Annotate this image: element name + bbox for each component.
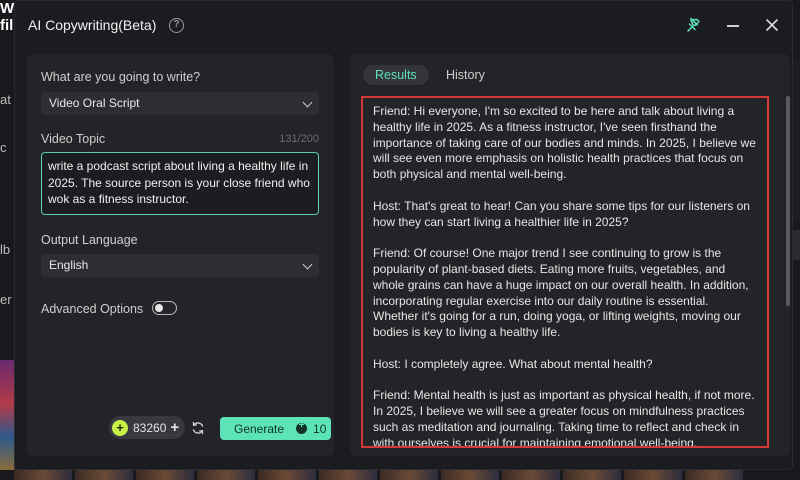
video-topic-input[interactable]: write a podcast script about living a he… — [41, 152, 319, 215]
results-scrollbar[interactable] — [786, 96, 790, 306]
results-output[interactable]: Friend: Hi everyone, I'm so excited to b… — [361, 96, 769, 448]
minimize-icon[interactable] — [727, 25, 739, 27]
credit-coin-icon: + — [112, 419, 128, 436]
output-language-label: Output Language — [41, 233, 138, 247]
chevron-down-icon — [302, 259, 313, 270]
write-type-select[interactable]: Video Oral Script — [41, 92, 319, 115]
ai-copywriting-dialog: AI Copywriting(Beta) ? What are you goin… — [14, 0, 793, 470]
refresh-icon[interactable] — [191, 421, 205, 435]
generate-label: Generate — [234, 421, 285, 436]
output-language-value: English — [49, 258, 89, 272]
output-language-select[interactable]: English — [41, 254, 319, 277]
chevron-down-icon — [302, 97, 313, 108]
credits-badge[interactable]: + 83260 + — [109, 416, 185, 439]
credits-count: 83260 — [133, 420, 167, 435]
input-panel: What are you going to write? Video Oral … — [27, 54, 334, 456]
video-topic-label: Video Topic — [41, 132, 106, 146]
tab-history[interactable]: History — [434, 65, 497, 85]
generate-button[interactable]: Generate 10 — [220, 417, 331, 440]
dialog-title: AI Copywriting(Beta) — [28, 17, 157, 33]
dialog-titlebar: AI Copywriting(Beta) ? — [15, 1, 792, 51]
help-icon[interactable]: ? — [169, 18, 184, 33]
write-type-label: What are you going to write? — [41, 70, 201, 84]
background-side-text: er — [0, 292, 12, 307]
results-panel: Results History Friend: Hi everyone, I'm… — [350, 54, 790, 456]
background-side-text: at — [0, 92, 11, 107]
background-thumbnail-strip — [0, 360, 14, 470]
generate-cost: 10 — [313, 421, 327, 436]
background-side-text: lb — [0, 242, 11, 257]
generated-script-text: Friend: Hi everyone, I'm so excited to b… — [373, 104, 756, 448]
pin-icon[interactable] — [685, 16, 703, 34]
close-icon[interactable] — [763, 16, 781, 34]
toggle-knob — [155, 303, 163, 312]
tab-results[interactable]: Results — [363, 65, 429, 85]
write-type-value: Video Oral Script — [49, 96, 140, 110]
background-side-text: c — [0, 140, 7, 155]
topic-char-counter: 131/200 — [279, 133, 319, 145]
credit-coin-icon — [296, 420, 308, 434]
add-credits-icon[interactable]: + — [170, 420, 179, 435]
advanced-options-label: Advanced Options — [41, 302, 144, 316]
advanced-options-toggle[interactable] — [152, 301, 177, 315]
